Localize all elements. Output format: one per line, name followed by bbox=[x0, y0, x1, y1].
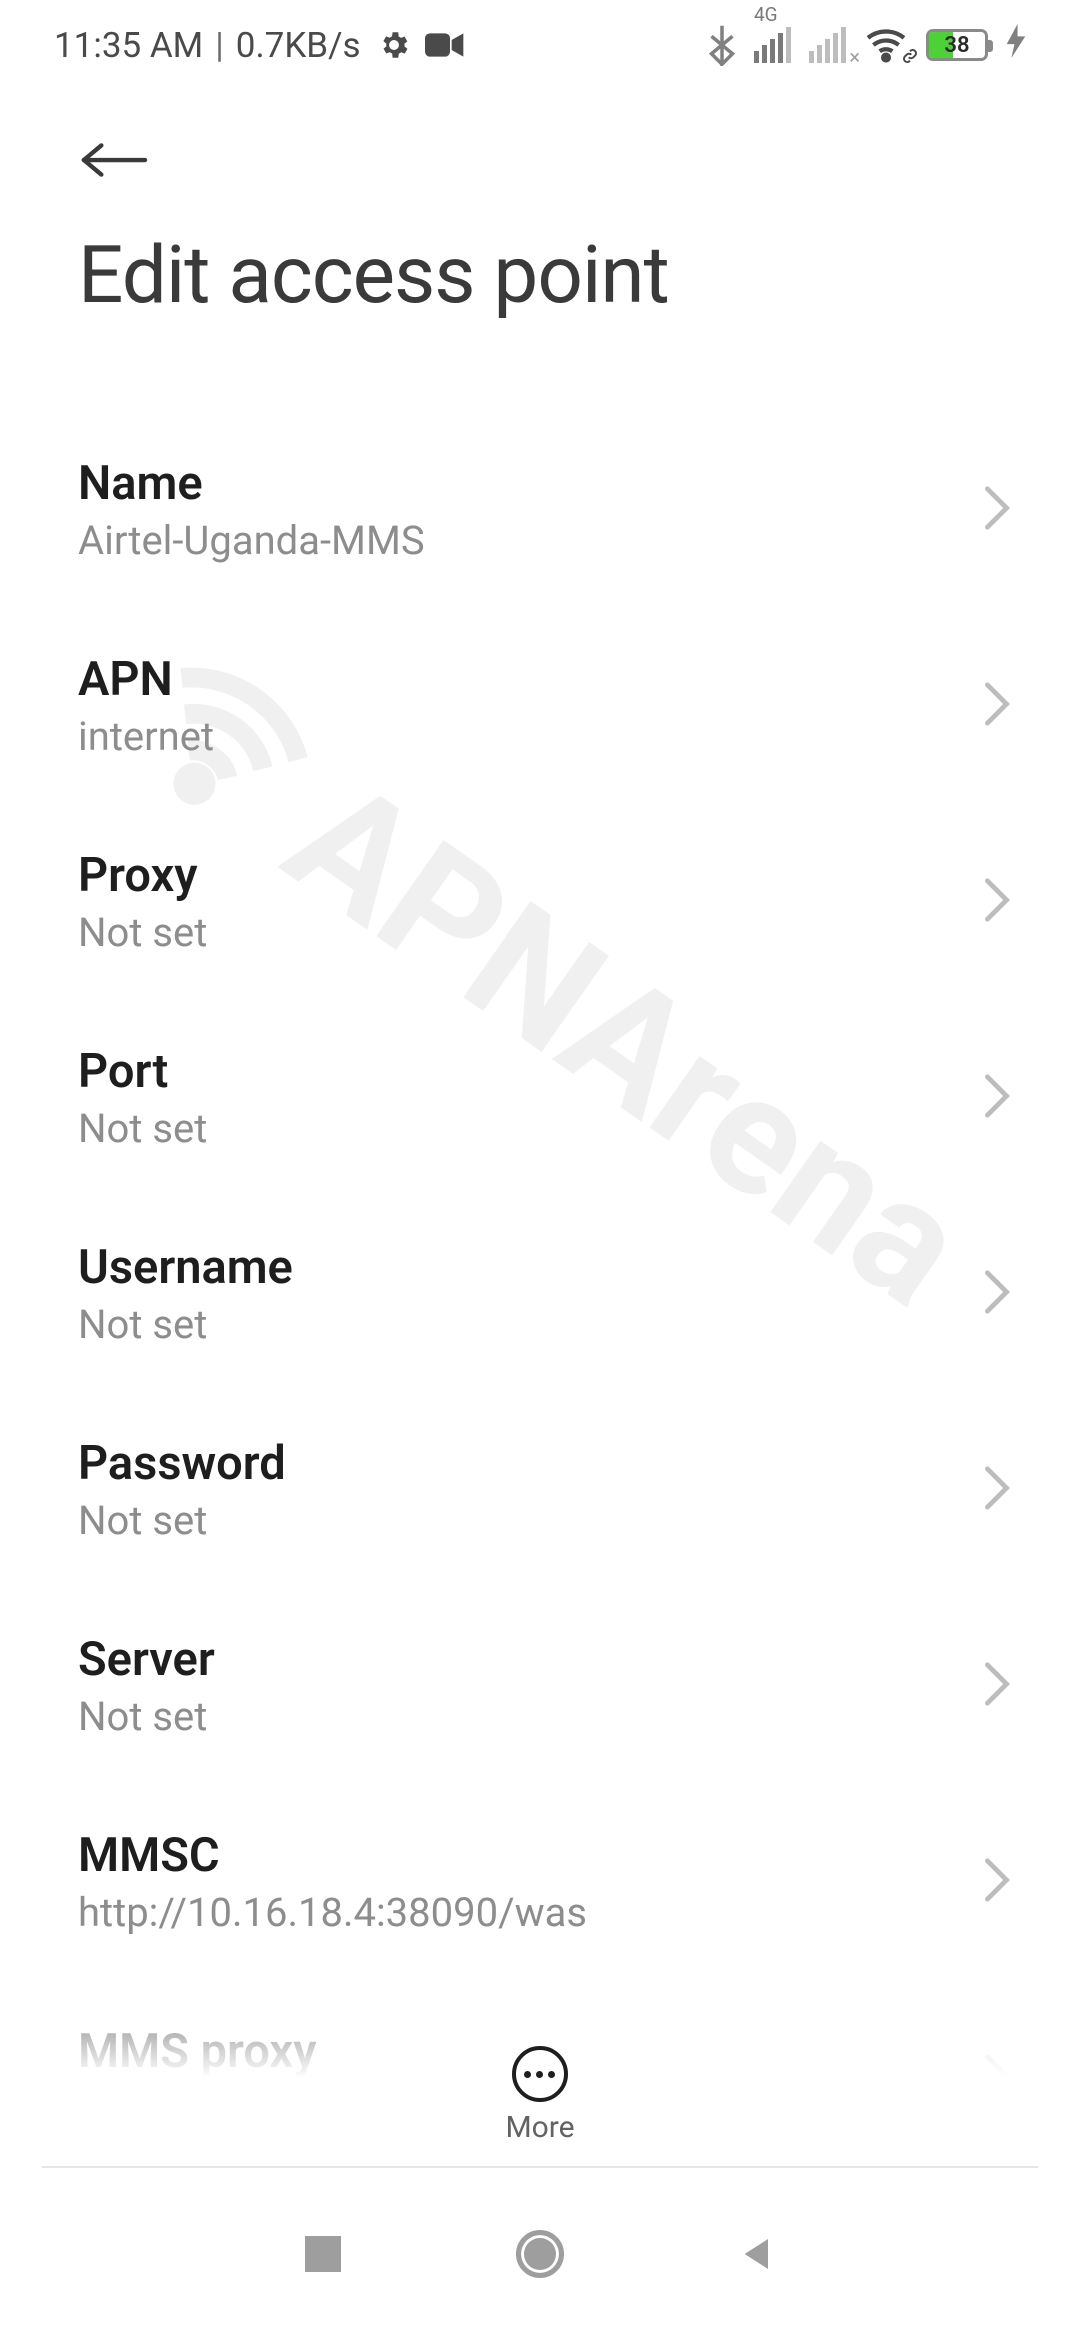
setting-row-name[interactable]: Name Airtel-Uganda-MMS bbox=[0, 412, 1080, 608]
setting-row-apn[interactable]: APN internet bbox=[0, 608, 1080, 804]
more-button[interactable]: More bbox=[505, 2046, 574, 2145]
row-label: MMSC bbox=[78, 1828, 587, 1883]
android-nav-bar bbox=[0, 2168, 1080, 2340]
settings-list: Name Airtel-Uganda-MMS APN internet Prox… bbox=[0, 322, 1080, 2176]
setting-row-port[interactable]: Port Not set bbox=[0, 1000, 1080, 1196]
status-left-group: 11:35 AM | 0.7KB/s bbox=[54, 25, 465, 66]
setting-row-server[interactable]: Server Not set bbox=[0, 1588, 1080, 1784]
status-right-group: 4G × 38 bbox=[708, 24, 1026, 66]
nav-recents-button[interactable] bbox=[288, 2219, 358, 2289]
wifi-link-icon bbox=[902, 48, 918, 69]
charging-icon bbox=[1006, 24, 1026, 66]
row-label: Port bbox=[78, 1044, 207, 1099]
status-time: 11:35 AM bbox=[54, 25, 203, 66]
row-value: internet bbox=[78, 713, 214, 760]
more-label: More bbox=[505, 2110, 574, 2145]
status-bar: 11:35 AM | 0.7KB/s 4G × bbox=[0, 0, 1080, 90]
row-value: Not set bbox=[78, 1301, 293, 1348]
status-data-rate: 0.7KB/s bbox=[236, 25, 361, 66]
row-label: Username bbox=[78, 1240, 293, 1295]
row-value: Not set bbox=[78, 1693, 215, 1740]
sim2-signal-icon: × bbox=[809, 27, 846, 63]
chevron-right-icon bbox=[982, 1269, 1022, 1319]
status-separator: | bbox=[215, 25, 224, 66]
row-label: Server bbox=[78, 1632, 215, 1687]
row-value: Not set bbox=[78, 909, 207, 956]
network-type-badge: 4G bbox=[754, 3, 778, 26]
setting-row-proxy[interactable]: Proxy Not set bbox=[0, 804, 1080, 1000]
setting-row-mmsc[interactable]: MMSC http://10.16.18.4:38090/was bbox=[0, 1784, 1080, 1980]
setting-row-username[interactable]: Username Not set bbox=[0, 1196, 1080, 1392]
row-value: Not set bbox=[78, 1497, 286, 1544]
more-icon bbox=[512, 2046, 568, 2102]
chevron-right-icon bbox=[982, 1073, 1022, 1123]
chevron-right-icon bbox=[982, 1661, 1022, 1711]
setting-row-password[interactable]: Password Not set bbox=[0, 1392, 1080, 1588]
chevron-right-icon bbox=[982, 877, 1022, 927]
nav-home-button[interactable] bbox=[505, 2219, 575, 2289]
battery-percent: 38 bbox=[929, 33, 985, 58]
row-label: Password bbox=[78, 1436, 286, 1491]
square-icon bbox=[305, 2236, 341, 2272]
row-value: Airtel-Uganda-MMS bbox=[78, 517, 425, 564]
row-label: Proxy bbox=[78, 848, 207, 903]
page-title: Edit access point bbox=[78, 228, 1002, 322]
nav-back-button[interactable] bbox=[723, 2219, 793, 2289]
header: Edit access point bbox=[0, 90, 1080, 322]
video-camera-icon bbox=[425, 30, 465, 60]
battery-icon: 38 bbox=[926, 29, 988, 61]
triangle-left-icon bbox=[738, 2234, 778, 2274]
wifi-icon bbox=[864, 27, 908, 63]
sim1-signal-icon: 4G bbox=[754, 27, 791, 63]
chevron-right-icon bbox=[982, 681, 1022, 731]
row-label: Name bbox=[78, 456, 425, 511]
row-value: Not set bbox=[78, 1105, 207, 1152]
chevron-right-icon bbox=[982, 485, 1022, 535]
gear-icon bbox=[377, 28, 411, 62]
arrow-left-icon bbox=[78, 137, 148, 183]
circle-icon bbox=[516, 2230, 564, 2278]
row-value: http://10.16.18.4:38090/was bbox=[78, 1889, 587, 1936]
back-button[interactable] bbox=[78, 120, 158, 200]
chevron-right-icon bbox=[982, 1857, 1022, 1907]
bottom-action-bar: More bbox=[0, 2046, 1080, 2145]
bluetooth-icon bbox=[708, 24, 736, 66]
row-label: APN bbox=[78, 652, 214, 707]
chevron-right-icon bbox=[982, 1465, 1022, 1515]
